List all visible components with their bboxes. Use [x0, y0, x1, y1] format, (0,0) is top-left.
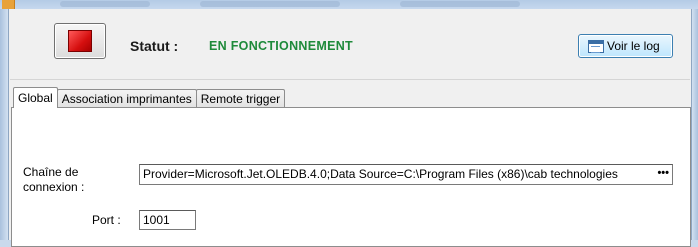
window-frame-right — [692, 9, 698, 240]
titlebar-decoration — [60, 1, 150, 7]
connection-string-field[interactable]: Provider=Microsoft.Jet.OLEDB.4.0;Data So… — [139, 164, 673, 185]
status-value: EN FONCTIONNEMENT — [209, 39, 353, 53]
stop-square-icon — [68, 30, 92, 52]
app-icon — [2, 0, 15, 9]
titlebar-decoration — [200, 1, 340, 7]
status-panel: Statut : EN FONCTIONNEMENT Voir le log — [10, 9, 690, 80]
titlebar-decoration — [400, 1, 520, 7]
tab-global[interactable]: Global — [13, 87, 58, 108]
port-field[interactable]: 1001 — [139, 210, 196, 230]
tab-page-global: Chaîne de connexion : Provider=Microsoft… — [11, 107, 691, 247]
tab-remote-trigger[interactable]: Remote trigger — [195, 89, 286, 108]
more-ellipsis-icon[interactable]: ••• — [657, 167, 669, 179]
window-titlebar — [0, 0, 698, 9]
connection-string-label: Chaîne de connexion : — [23, 165, 85, 194]
window-frame-left — [0, 9, 8, 240]
tab-strip: Global Association imprimantes Remote tr… — [13, 87, 286, 108]
status-label: Statut : — [130, 38, 179, 54]
window-client-area: Statut : EN FONCTIONNEMENT Voir le log G… — [8, 9, 692, 247]
tab-association-imprimantes[interactable]: Association imprimantes — [56, 89, 197, 108]
log-window-icon — [588, 39, 604, 53]
view-log-button[interactable]: Voir le log — [578, 34, 673, 58]
view-log-label: Voir le log — [607, 39, 660, 53]
stop-service-button[interactable] — [54, 23, 106, 59]
connection-string-value: Provider=Microsoft.Jet.OLEDB.4.0;Data So… — [143, 167, 618, 181]
port-label: Port : — [92, 213, 121, 227]
